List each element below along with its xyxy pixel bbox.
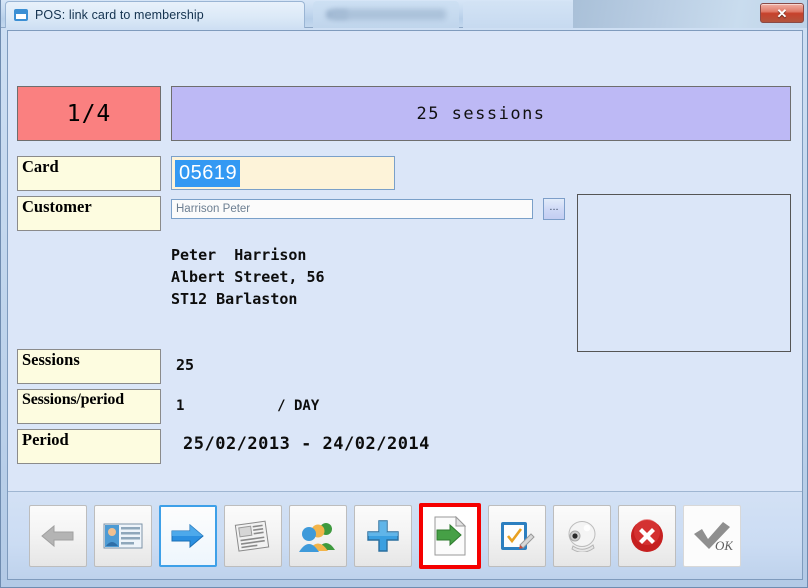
sessions-value: 25 [176, 356, 195, 374]
reports-button[interactable] [224, 504, 282, 567]
document-arrow-icon [433, 515, 467, 556]
webcam-button[interactable] [553, 504, 611, 567]
inactive-tab-1-text-blur-b [331, 9, 446, 20]
close-button[interactable]: ✕ [760, 3, 804, 23]
application-window: POS: link card to membership ✕ 1/4 25 se… [0, 0, 808, 588]
period-value: 25/02/2013 - 24/02/2014 [183, 434, 430, 454]
form-pencil-icon [498, 519, 536, 553]
window-icon [14, 9, 28, 21]
ok-checkmark-icon: OK [691, 519, 733, 553]
sessions-label-text: Sessions [22, 350, 80, 369]
red-x-circle-icon [629, 518, 665, 554]
sessions-period-value: 1 / DAY [176, 398, 320, 414]
sessions-label: Sessions [17, 349, 161, 384]
title-bar: POS: link card to membership ✕ [1, 0, 807, 28]
svg-text:OK: OK [715, 538, 733, 553]
client-area: 1/4 25 sessions Card 05619 Customer Harr… [7, 30, 803, 580]
window-title: POS: link card to membership [35, 8, 204, 22]
add-button[interactable] [354, 504, 412, 567]
customer-input[interactable]: Harrison Peter [171, 199, 533, 219]
people-group-icon [299, 520, 337, 552]
inactive-tab-2[interactable] [463, 1, 573, 28]
cancel-button[interactable] [618, 504, 676, 567]
bottom-toolbar: OK [8, 491, 802, 579]
left-arrow-icon [40, 522, 76, 550]
card-label: Card [17, 156, 161, 191]
customer-label: Customer [17, 196, 161, 231]
back-button[interactable] [29, 504, 87, 567]
card-label-text: Card [22, 157, 59, 176]
card-input[interactable]: 05619 [171, 156, 395, 190]
link-card-button[interactable] [419, 502, 481, 569]
webcam-icon [563, 520, 601, 552]
right-arrow-icon [169, 522, 207, 550]
newspaper-icon [233, 520, 273, 552]
period-label: Period [17, 429, 161, 464]
card-input-value: 05619 [175, 159, 241, 187]
close-icon: ✕ [776, 5, 788, 21]
customer-browse-button[interactable]: ... [543, 198, 565, 220]
step-badge: 1/4 [17, 86, 161, 141]
sessions-period-label-text: Sessions/period [22, 391, 124, 408]
sessions-period-label: Sessions/period [17, 389, 161, 424]
forward-button[interactable] [159, 504, 217, 567]
customer-label-text: Customer [22, 197, 92, 216]
members-button[interactable] [289, 504, 347, 567]
customer-input-value: Harrison Peter [176, 203, 251, 215]
plus-icon [366, 519, 400, 553]
customer-photo-placeholder[interactable] [577, 194, 791, 352]
membership-form: 1/4 25 sessions Card 05619 Customer Harr… [8, 31, 802, 493]
active-tab[interactable]: POS: link card to membership [5, 1, 305, 28]
period-label-text: Period [22, 430, 69, 449]
ok-button[interactable]: OK [683, 504, 741, 567]
id-card-icon [103, 521, 143, 551]
ellipsis-icon: ... [549, 200, 559, 213]
edit-form-button[interactable] [488, 504, 546, 567]
sessions-banner: 25 sessions [171, 86, 791, 141]
customer-address: Peter Harrison Albert Street, 56 ST12 Ba… [171, 246, 325, 308]
customer-card-button[interactable] [94, 504, 152, 567]
